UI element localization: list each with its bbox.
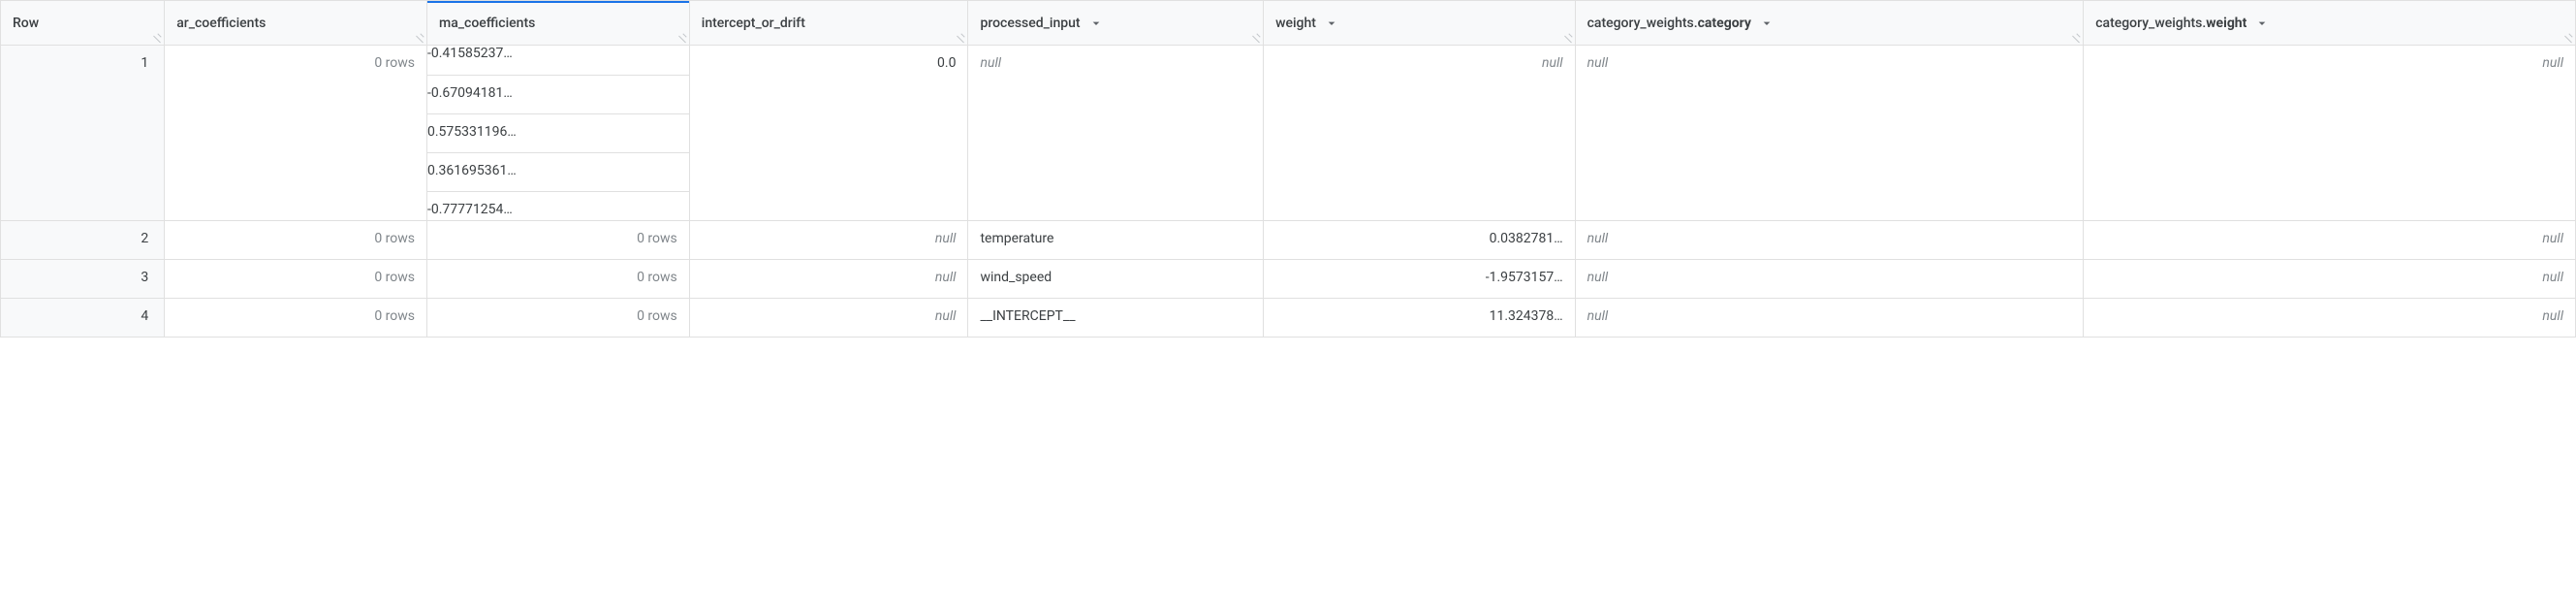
col-header-label: ar_coefficients: [176, 16, 266, 31]
cell-cat-category[interactable]: null: [1575, 260, 2084, 299]
cell-row-number: 2: [1, 221, 165, 260]
cell-intercept[interactable]: 0.0: [689, 46, 968, 221]
cell-ma[interactable]: 0 rows: [427, 299, 690, 338]
col-header-label: category_weights.weight: [2095, 16, 2246, 31]
ma-value: -0.77771254…: [427, 191, 690, 221]
cell-processed-input[interactable]: null: [968, 46, 1264, 221]
cell-cat-weight[interactable]: null: [2084, 299, 2576, 338]
cell-intercept[interactable]: null: [689, 221, 968, 260]
col-header-weight[interactable]: weight: [1264, 1, 1576, 46]
col-header-label: Row: [13, 16, 39, 31]
cell-ar[interactable]: 0 rows: [165, 221, 427, 260]
col-header-processed-input[interactable]: processed_input: [968, 1, 1264, 46]
results-table: Row ar_coefficients ma_coefficients inte…: [0, 0, 2576, 338]
col-header-label: intercept_or_drift: [702, 16, 805, 31]
cell-ar[interactable]: 0 rows: [165, 299, 427, 338]
cell-cat-weight[interactable]: null: [2084, 260, 2576, 299]
results-table-wrapper: Row ar_coefficients ma_coefficients inte…: [0, 0, 2576, 338]
cell-ma[interactable]: 0 rows: [427, 260, 690, 299]
cell-processed-input[interactable]: __INTERCEPT__: [968, 299, 1264, 338]
cell-cat-category[interactable]: null: [1575, 46, 2084, 221]
cell-weight[interactable]: null: [1264, 46, 1576, 221]
col-header-ma-coefficients[interactable]: ma_coefficients: [427, 1, 690, 46]
table-row: 2 0 rows 0 rows null temperature 0.03827…: [1, 221, 2576, 260]
ma-values-list: -0.41585237… -0.67094181… 0.575331196… 0…: [427, 46, 690, 221]
cell-ma[interactable]: -0.41585237… -0.67094181… 0.575331196… 0…: [427, 46, 690, 221]
col-header-intercept-or-drift[interactable]: intercept_or_drift: [689, 1, 968, 46]
col-header-label: category_weights.category: [1587, 16, 1751, 31]
cell-intercept[interactable]: null: [689, 299, 968, 338]
cell-intercept[interactable]: null: [689, 260, 968, 299]
cell-cat-category[interactable]: null: [1575, 299, 2084, 338]
chevron-down-icon[interactable]: [2254, 16, 2270, 31]
ma-value: -0.41585237…: [427, 46, 690, 76]
col-header-category-weights-category[interactable]: category_weights.category: [1575, 1, 2084, 46]
table-row: 3 0 rows 0 rows null wind_speed -1.95731…: [1, 260, 2576, 299]
cell-processed-input[interactable]: wind_speed: [968, 260, 1264, 299]
cell-ar[interactable]: 0 rows: [165, 46, 427, 221]
col-header-label: processed_input: [980, 16, 1080, 31]
ma-value: -0.67094181…: [427, 75, 690, 113]
table-body: 1 0 rows -0.41585237… -0.67094181… 0.575…: [1, 46, 2576, 338]
cell-row-number: 1: [1, 46, 165, 221]
chevron-down-icon[interactable]: [1324, 16, 1339, 31]
cell-weight[interactable]: 11.324378…: [1264, 299, 1576, 338]
ma-value: 0.361695361…: [427, 152, 690, 191]
col-header-ar-coefficients[interactable]: ar_coefficients: [165, 1, 427, 46]
cell-cat-weight[interactable]: null: [2084, 46, 2576, 221]
cell-weight[interactable]: 0.0382781…: [1264, 221, 1576, 260]
cell-ar[interactable]: 0 rows: [165, 260, 427, 299]
chevron-down-icon[interactable]: [1088, 16, 1104, 31]
cell-processed-input[interactable]: temperature: [968, 221, 1264, 260]
cell-ma[interactable]: 0 rows: [427, 221, 690, 260]
col-header-label: ma_coefficients: [439, 16, 535, 31]
col-header-label: weight: [1275, 16, 1316, 31]
chevron-down-icon[interactable]: [1759, 16, 1775, 31]
cell-cat-weight[interactable]: null: [2084, 221, 2576, 260]
cell-cat-category[interactable]: null: [1575, 221, 2084, 260]
header-row: Row ar_coefficients ma_coefficients inte…: [1, 1, 2576, 46]
col-header-row[interactable]: Row: [1, 1, 165, 46]
cell-row-number: 4: [1, 299, 165, 338]
ma-value: 0.575331196…: [427, 113, 690, 152]
cell-row-number: 3: [1, 260, 165, 299]
cell-weight[interactable]: -1.9573157…: [1264, 260, 1576, 299]
table-row: 4 0 rows 0 rows null __INTERCEPT__ 11.32…: [1, 299, 2576, 338]
table-row: 1 0 rows -0.41585237… -0.67094181… 0.575…: [1, 46, 2576, 221]
col-header-category-weights-weight[interactable]: category_weights.weight: [2084, 1, 2576, 46]
